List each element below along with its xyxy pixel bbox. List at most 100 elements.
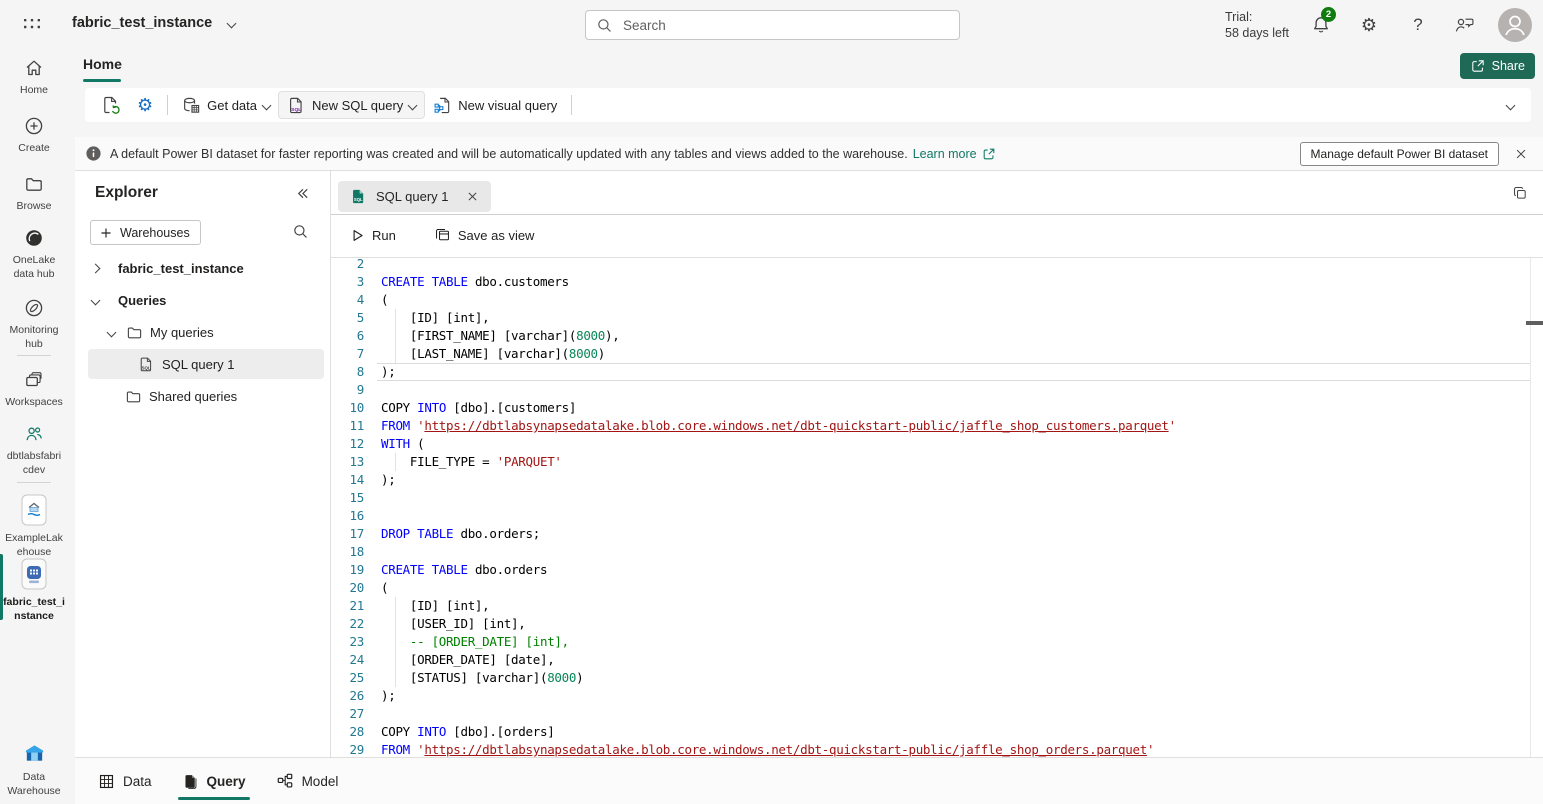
sql-code-editor[interactable]: 23CREATE TABLE dbo.customers4(5 [ID] [in… bbox=[331, 258, 1543, 758]
sidebar-item-home[interactable]: Home bbox=[0, 58, 68, 97]
sql-document-icon: SQL bbox=[138, 356, 162, 373]
refresh-source-button[interactable] bbox=[93, 91, 129, 119]
save-as-view-button[interactable]: Save as view bbox=[434, 227, 535, 244]
code-line[interactable]: 2 bbox=[331, 258, 1543, 273]
rail-divider bbox=[17, 355, 51, 356]
sidebar-item-fabric-test-instance[interactable]: fabric_test_instance bbox=[0, 558, 68, 623]
svg-text:SQL: SQL bbox=[354, 197, 363, 202]
code-line[interactable]: 11FROM 'https://dbtlabsynapsedatalake.bl… bbox=[331, 417, 1543, 435]
code-line[interactable]: 16 bbox=[331, 507, 1543, 525]
copy-button[interactable] bbox=[1512, 185, 1529, 202]
view-tab-query[interactable]: Query bbox=[180, 758, 248, 804]
tree-item-my-queries[interactable]: My queries bbox=[88, 317, 324, 347]
tree-item-shared-queries[interactable]: Shared queries bbox=[88, 381, 324, 411]
close-tab-icon[interactable] bbox=[466, 190, 479, 203]
workspace-switcher[interactable]: fabric_test_instance bbox=[72, 15, 235, 31]
code-line[interactable]: 22 [USER_ID] [int], bbox=[331, 615, 1543, 633]
tab-home[interactable]: Home bbox=[83, 56, 122, 72]
feedback-button[interactable] bbox=[1453, 14, 1475, 36]
explorer-panel: Explorer Warehouses fabric_test_instance… bbox=[75, 171, 330, 758]
active-tab-underline bbox=[178, 797, 250, 800]
view-switcher-bar: Data Query Model bbox=[75, 757, 1543, 804]
banner-close-button[interactable] bbox=[1509, 142, 1533, 166]
view-tab-model[interactable]: Model bbox=[274, 758, 341, 804]
line-number: 9 bbox=[331, 381, 364, 399]
warehouse-settings-button[interactable]: ⚙ bbox=[129, 91, 161, 119]
data-warehouse-icon bbox=[0, 742, 68, 765]
code-line[interactable]: 15 bbox=[331, 489, 1543, 507]
notification-badge: 2 bbox=[1321, 7, 1336, 22]
account-avatar[interactable] bbox=[1498, 8, 1532, 42]
code-line[interactable]: 7 [LAST_NAME] [varchar](8000) bbox=[331, 345, 1543, 363]
code-line[interactable]: 12WITH ( bbox=[331, 435, 1543, 453]
code-line[interactable]: 14); bbox=[331, 471, 1543, 489]
sidebar-item-label: Warehouse bbox=[0, 784, 68, 798]
compass-icon bbox=[0, 298, 68, 318]
tree-item-sql-query-1[interactable]: SQLSQL query 1 bbox=[88, 349, 324, 379]
notifications-button[interactable]: 2 bbox=[1310, 14, 1332, 36]
code-line[interactable]: 29FROM 'https://dbtlabsynapsedatalake.bl… bbox=[331, 741, 1543, 758]
settings-button[interactable]: ⚙ bbox=[1358, 14, 1380, 36]
explorer-search-button[interactable] bbox=[292, 223, 309, 240]
tab-sql-query-1[interactable]: SQL SQL query 1 bbox=[338, 181, 491, 212]
learn-more-link[interactable]: Learn more bbox=[913, 147, 996, 161]
svg-text:SQL: SQL bbox=[291, 107, 301, 113]
help-button[interactable]: ? bbox=[1407, 14, 1429, 36]
editor-overview-ruler[interactable] bbox=[1530, 258, 1531, 758]
tree-item-queries[interactable]: Queries bbox=[88, 285, 324, 315]
code-line[interactable]: 21 [ID] [int], bbox=[331, 597, 1543, 615]
app-launcher-icon[interactable] bbox=[22, 14, 44, 36]
sidebar-item-examplelakehouse[interactable]: ExampleLakehouse bbox=[0, 494, 68, 559]
scrollbar-marker[interactable] bbox=[1526, 321, 1543, 325]
get-data-button[interactable]: Get data bbox=[174, 91, 278, 119]
new-sql-query-button[interactable]: SQL New SQL query bbox=[278, 91, 425, 119]
search-icon bbox=[596, 17, 613, 34]
code-text: ( bbox=[381, 291, 388, 309]
global-search[interactable] bbox=[585, 10, 960, 40]
manage-default-dataset-button[interactable]: Manage default Power BI dataset bbox=[1300, 142, 1499, 166]
code-line[interactable]: 9 bbox=[331, 381, 1543, 399]
line-number: 26 bbox=[331, 687, 364, 705]
sidebar-item-data-warehouse[interactable]: DataWarehouse bbox=[0, 742, 68, 798]
sidebar-item-create[interactable]: Create bbox=[0, 116, 68, 155]
info-icon bbox=[85, 145, 102, 162]
code-line[interactable]: 3CREATE TABLE dbo.customers bbox=[331, 273, 1543, 291]
rail-divider bbox=[17, 482, 51, 483]
sidebar-item-dbtlabsfabricdev[interactable]: dbtlabsfabricdev bbox=[0, 424, 68, 477]
code-line[interactable]: 5 [ID] [int], bbox=[331, 309, 1543, 327]
code-line[interactable]: 8); bbox=[331, 363, 1543, 381]
code-line[interactable]: 18 bbox=[331, 543, 1543, 561]
trial-label: Trial: bbox=[1225, 9, 1289, 25]
sidebar-item-workspaces[interactable]: Workspaces bbox=[0, 370, 68, 409]
sidebar-item-monitoring-hub[interactable]: Monitoringhub bbox=[0, 298, 68, 351]
view-tab-data[interactable]: Data bbox=[96, 758, 154, 804]
sidebar-item-browse[interactable]: Browse bbox=[0, 174, 68, 213]
code-line[interactable]: 4( bbox=[331, 291, 1543, 309]
chevron-down-icon[interactable] bbox=[108, 329, 126, 336]
view-tab-label: Model bbox=[302, 774, 339, 789]
tree-item-fabric-test-instance[interactable]: fabric_test_instance bbox=[88, 253, 324, 283]
share-button[interactable]: Share bbox=[1460, 53, 1535, 79]
code-line[interactable]: 10COPY INTO [dbo].[customers] bbox=[331, 399, 1543, 417]
code-line[interactable]: 13 FILE_TYPE = 'PARQUET' bbox=[331, 453, 1543, 471]
search-input[interactable] bbox=[621, 17, 949, 34]
code-line[interactable]: 6 [FIRST_NAME] [varchar](8000), bbox=[331, 327, 1543, 345]
code-line[interactable]: 25 [STATUS] [varchar](8000) bbox=[331, 669, 1543, 687]
code-line[interactable]: 26); bbox=[331, 687, 1543, 705]
collapse-ribbon-button[interactable] bbox=[1497, 102, 1523, 109]
sidebar-item-onelake-data-hub[interactable]: OneLakedata hub bbox=[0, 228, 68, 281]
add-warehouses-button[interactable]: Warehouses bbox=[90, 220, 201, 245]
chevron-right-icon[interactable] bbox=[92, 265, 118, 272]
code-line[interactable]: 24 [ORDER_DATE] [date], bbox=[331, 651, 1543, 669]
collapse-explorer-button[interactable] bbox=[295, 186, 310, 201]
code-line[interactable]: 17DROP TABLE dbo.orders; bbox=[331, 525, 1543, 543]
chevron-down-icon[interactable] bbox=[92, 297, 118, 304]
code-line[interactable]: 27 bbox=[331, 705, 1543, 723]
new-visual-query-button[interactable]: New visual query bbox=[425, 91, 565, 119]
run-button[interactable]: Run bbox=[349, 227, 396, 244]
code-line[interactable]: 20( bbox=[331, 579, 1543, 597]
code-line[interactable]: 28COPY INTO [dbo].[orders] bbox=[331, 723, 1543, 741]
code-line[interactable]: 23 -- [ORDER_DATE] [int], bbox=[331, 633, 1543, 651]
code-line[interactable]: 19CREATE TABLE dbo.orders bbox=[331, 561, 1543, 579]
code-text: FILE_TYPE = 'PARQUET' bbox=[381, 453, 562, 471]
